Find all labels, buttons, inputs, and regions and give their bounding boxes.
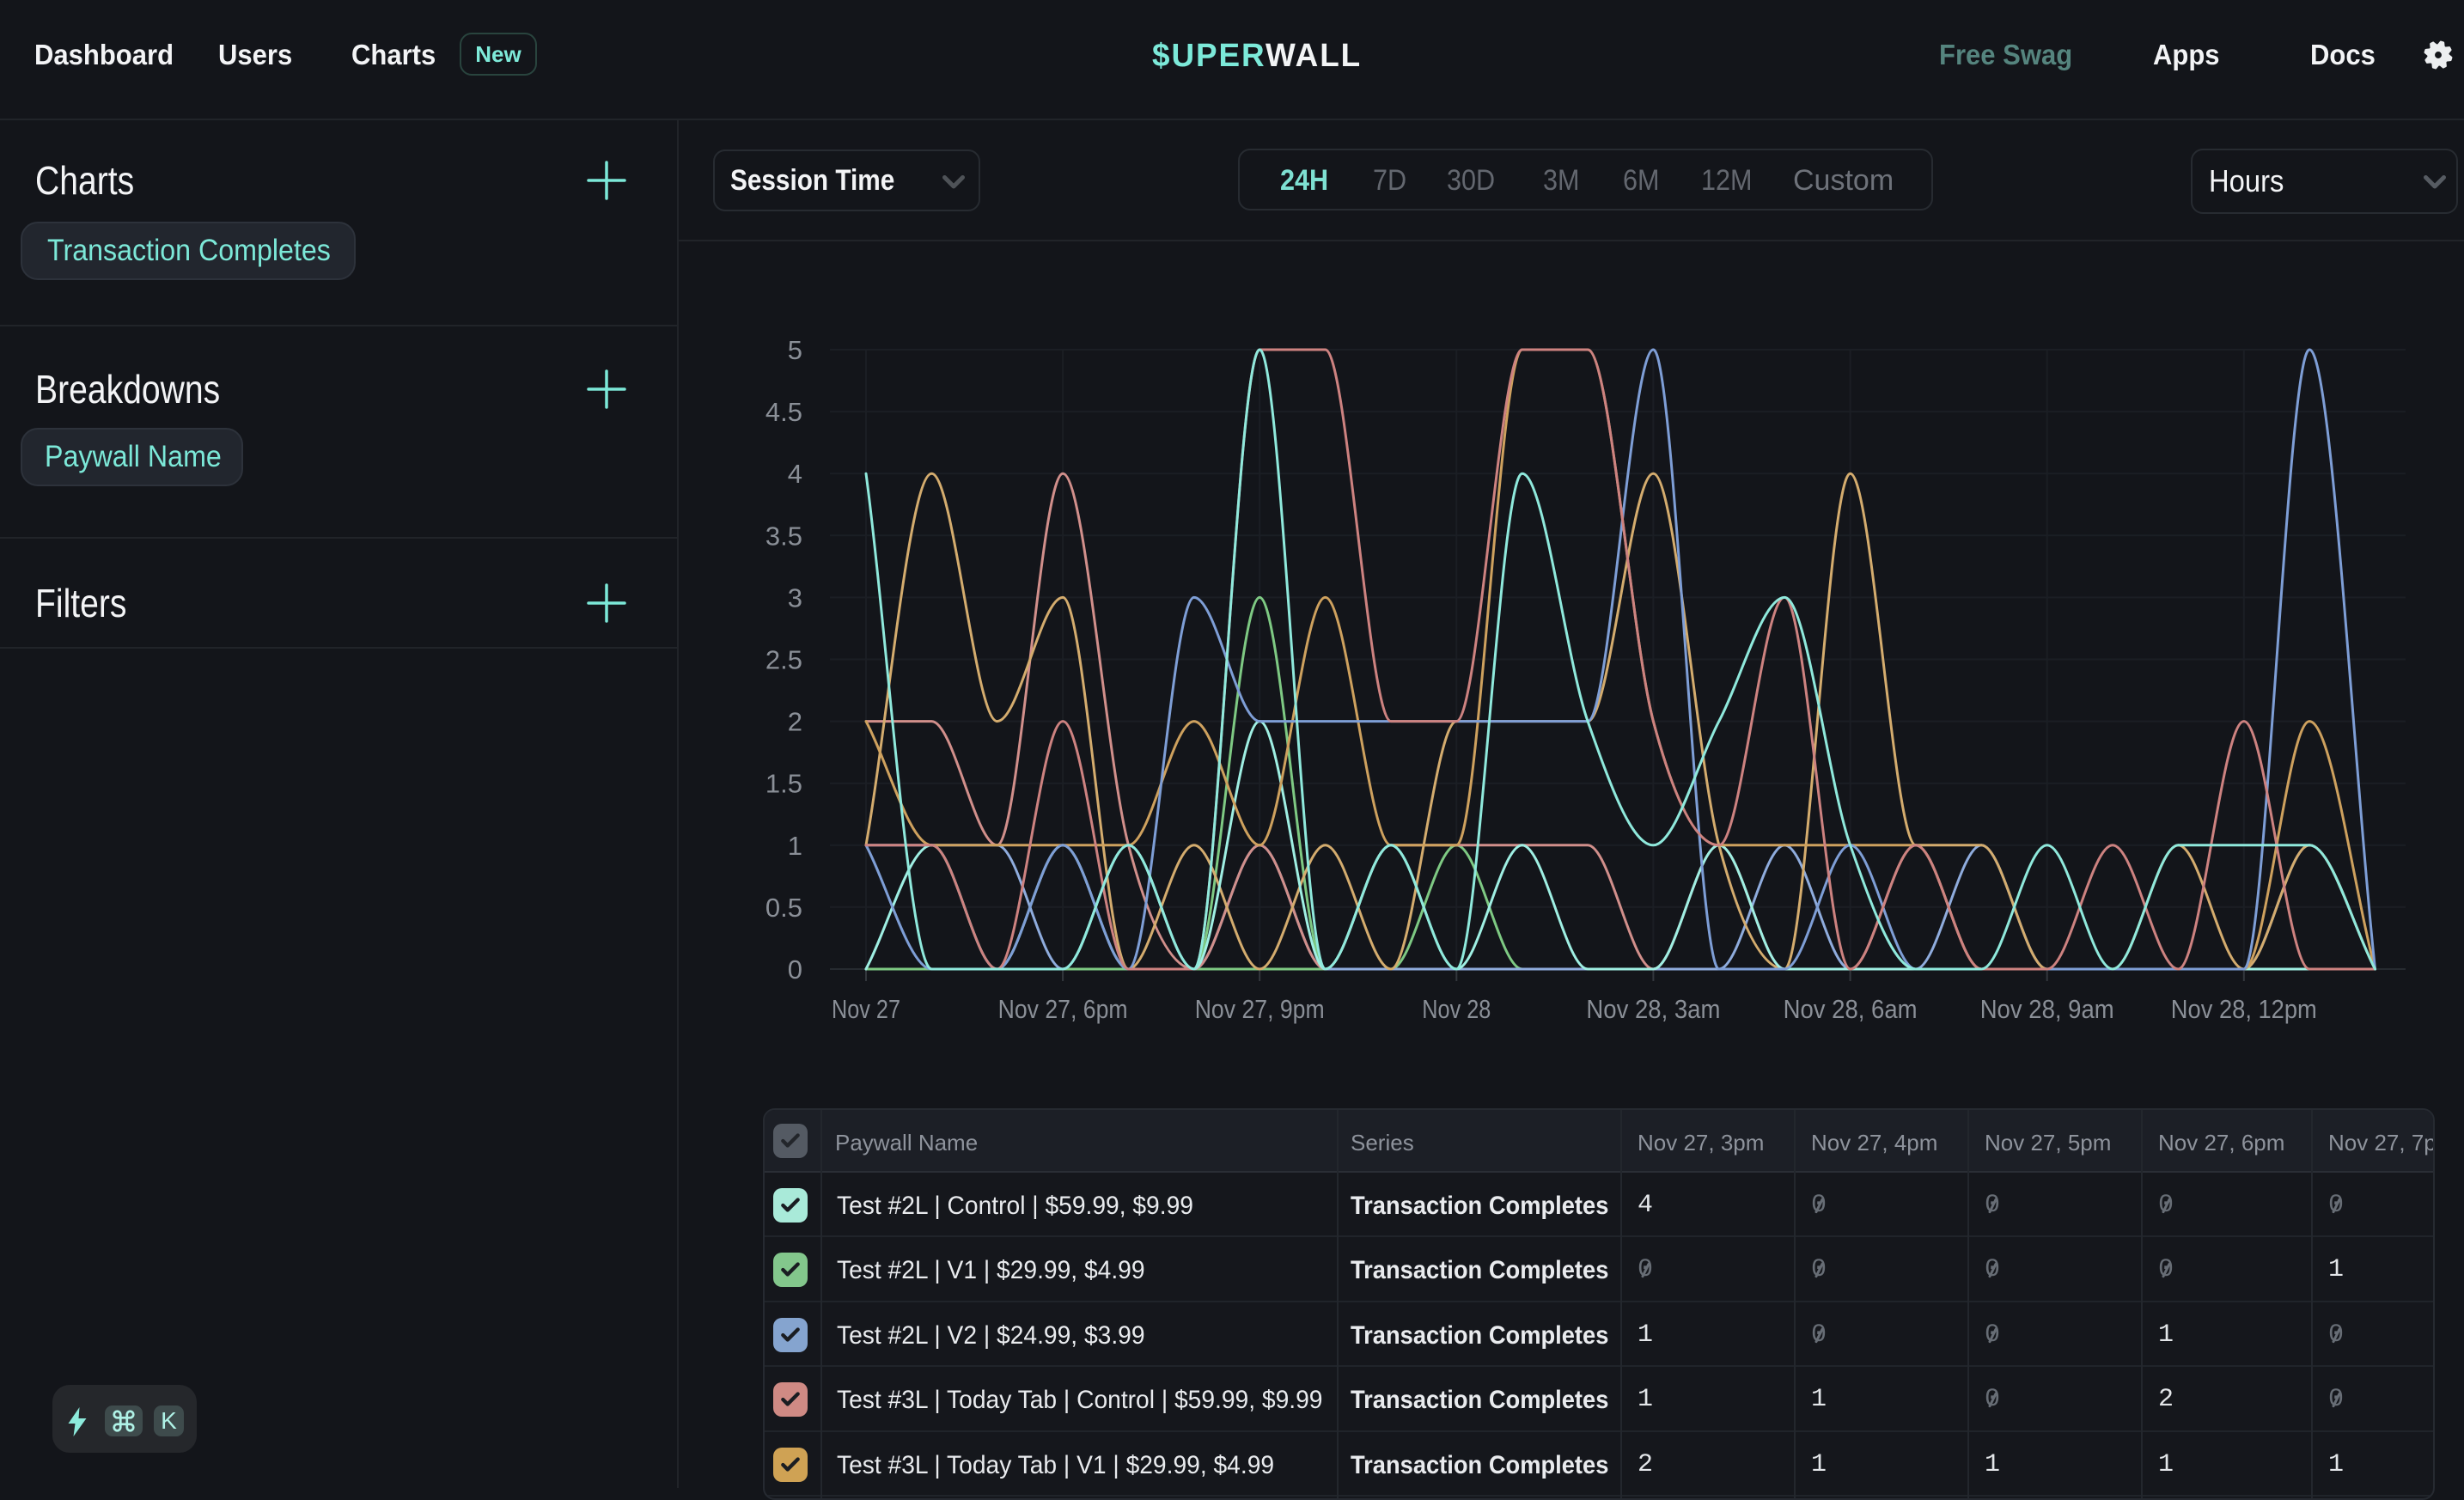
- svg-text:Nov 28, 12pm: Nov 28, 12pm: [2171, 994, 2317, 1024]
- svg-text:5: 5: [788, 335, 802, 365]
- svg-text:4.5: 4.5: [765, 397, 802, 427]
- svg-text:3.5: 3.5: [765, 521, 802, 551]
- svg-text:2.5: 2.5: [765, 645, 802, 675]
- svg-text:4: 4: [788, 459, 802, 489]
- svg-text:Nov 28, 3am: Nov 28, 3am: [1586, 994, 1720, 1024]
- svg-text:Nov 27: Nov 27: [832, 994, 900, 1024]
- svg-text:Nov 27, 9pm: Nov 27, 9pm: [1195, 994, 1325, 1024]
- svg-text:Nov 28, 9am: Nov 28, 9am: [1980, 994, 2114, 1024]
- svg-text:3: 3: [788, 582, 802, 613]
- svg-text:2: 2: [788, 707, 802, 737]
- svg-text:Nov 28: Nov 28: [1422, 994, 1491, 1024]
- svg-text:Nov 27, 6pm: Nov 27, 6pm: [998, 994, 1128, 1024]
- svg-text:0: 0: [788, 954, 802, 985]
- svg-text:1: 1: [788, 831, 802, 861]
- svg-text:0.5: 0.5: [765, 893, 802, 923]
- svg-text:Nov 28, 6am: Nov 28, 6am: [1784, 994, 1918, 1024]
- svg-text:1.5: 1.5: [765, 769, 802, 799]
